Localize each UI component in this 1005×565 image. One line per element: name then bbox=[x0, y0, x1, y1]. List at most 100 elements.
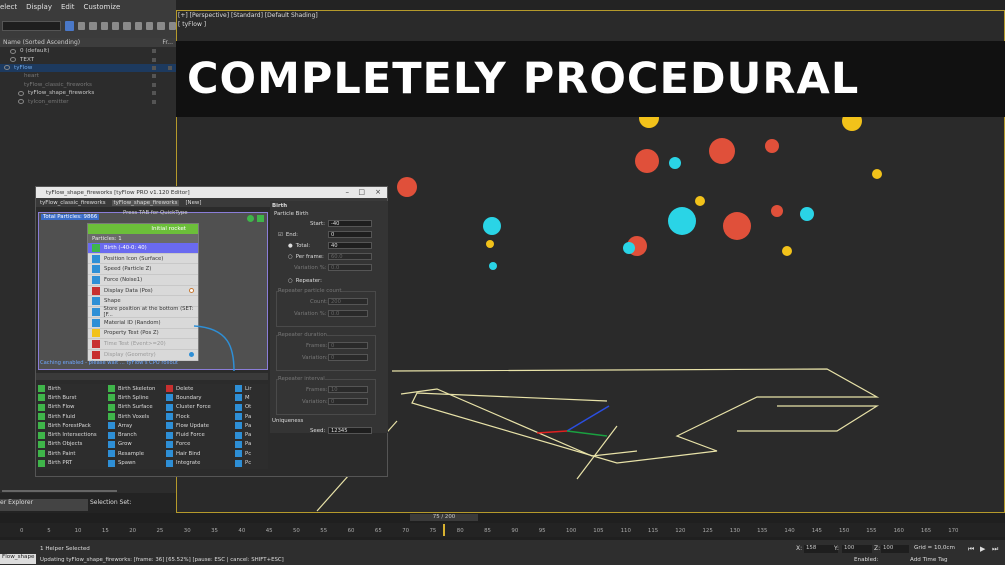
freeze-icon[interactable] bbox=[152, 91, 156, 96]
depot-op[interactable]: Force bbox=[166, 440, 235, 449]
display-icon[interactable] bbox=[89, 22, 97, 30]
explorer-row-tyflow[interactable]: tyFlow bbox=[0, 63, 176, 73]
lock-icon[interactable] bbox=[78, 22, 86, 30]
tab-classic-fireworks[interactable]: tyFlow_classic_fireworks bbox=[40, 200, 106, 206]
depot-op[interactable]: Flock bbox=[166, 412, 235, 421]
play-icon[interactable]: ▶ bbox=[980, 545, 985, 553]
frames2-field[interactable]: 10 bbox=[328, 386, 368, 393]
depot-op[interactable]: Cluster Force bbox=[166, 403, 235, 412]
depot-op[interactable]: Pc bbox=[235, 449, 265, 458]
time-slider[interactable]: 75 / 200 bbox=[410, 514, 478, 521]
operator-display-data[interactable]: Display Data (Pos) bbox=[88, 286, 198, 297]
maximize-icon[interactable]: □ bbox=[358, 188, 365, 196]
depot-op[interactable]: Fluid Force bbox=[166, 430, 235, 439]
operator-store-position[interactable]: Store position at the bottom (SET: [F... bbox=[88, 306, 198, 318]
editor-titlebar[interactable]: tyFlow_shape_fireworks [tyFlow PRO v1.12… bbox=[36, 187, 387, 198]
toggle-icon[interactable] bbox=[257, 215, 264, 222]
menu-display[interactable]: Display bbox=[26, 3, 52, 11]
event-title[interactable]: Initial rocket bbox=[88, 224, 198, 234]
viewport-label[interactable]: [+] [Perspective] [Standard] [Default Sh… bbox=[178, 12, 318, 19]
prev-frame-icon[interactable]: ⏮ bbox=[968, 545, 974, 554]
z-coord-field[interactable]: 100 bbox=[881, 545, 909, 553]
depot-op[interactable]: Array bbox=[108, 421, 166, 430]
count-field[interactable]: 200 bbox=[328, 298, 368, 305]
freeze-icon[interactable] bbox=[152, 49, 156, 54]
render-icon[interactable] bbox=[168, 65, 172, 70]
operator-property-test[interactable]: Property Test (Pos Z) bbox=[88, 329, 198, 340]
depot-op[interactable]: Branch bbox=[108, 430, 166, 439]
depot-op[interactable]: Lir bbox=[235, 384, 265, 393]
freeze-icon[interactable] bbox=[152, 74, 156, 79]
eye-icon[interactable] bbox=[4, 65, 10, 71]
menu-customize[interactable]: Customize bbox=[84, 3, 121, 11]
start-field[interactable]: -40 bbox=[328, 220, 372, 227]
radio-on-icon[interactable]: ● bbox=[288, 243, 293, 249]
y-coord-field[interactable]: 100 bbox=[842, 545, 872, 553]
hierarchy-icon[interactable] bbox=[100, 22, 108, 30]
end-field[interactable]: 0 bbox=[328, 231, 372, 238]
tab-new[interactable]: [New] bbox=[185, 200, 201, 206]
depot-op[interactable]: M bbox=[235, 393, 265, 402]
rollout-title[interactable]: Birth bbox=[272, 202, 287, 210]
depot-op[interactable]: Pa bbox=[235, 430, 265, 439]
explorer-row-text[interactable]: TEXT bbox=[0, 55, 176, 63]
time-marker[interactable] bbox=[443, 524, 445, 536]
variation3-field[interactable]: 0 bbox=[328, 354, 368, 361]
freeze-icon[interactable] bbox=[152, 99, 156, 104]
explorer-row-emitter[interactable]: tyIcon_emitter bbox=[0, 97, 176, 105]
depot-op[interactable]: Hair Bind bbox=[166, 449, 235, 458]
timeline-ruler[interactable] bbox=[0, 523, 1005, 537]
depot-op[interactable]: Birth Fluid bbox=[38, 412, 108, 421]
depot-op[interactable]: Boundary bbox=[166, 393, 235, 402]
radio-off-icon[interactable]: ○ bbox=[288, 254, 293, 260]
explorer-row-default[interactable]: 0 (default) bbox=[0, 47, 176, 55]
operator-force[interactable]: Force (Noise1) bbox=[88, 275, 198, 286]
end-checkbox[interactable]: ☑ End: bbox=[278, 231, 298, 239]
explorer-scrollbar[interactable] bbox=[2, 490, 117, 492]
filter-icon[interactable] bbox=[64, 21, 74, 31]
depot-op[interactable]: Birth Surface bbox=[108, 403, 166, 412]
variation4-field[interactable]: 0 bbox=[328, 398, 368, 405]
depot-op[interactable]: Flow Update bbox=[166, 421, 235, 430]
column-frozen-header[interactable]: Fr... bbox=[162, 39, 173, 46]
next-frame-icon[interactable]: ⏭ bbox=[992, 545, 998, 554]
seed-field[interactable]: 12345 bbox=[328, 427, 372, 434]
depot-op[interactable]: Birth Paint bbox=[38, 449, 108, 458]
depot-op[interactable]: Birth Objects bbox=[38, 440, 108, 449]
var2-field[interactable]: 0.0 bbox=[328, 310, 368, 317]
depot-op[interactable]: Pa bbox=[235, 440, 265, 449]
depot-op[interactable]: Delete bbox=[166, 384, 235, 393]
flow-graph-canvas[interactable]: Total Particles: 9866 Press TAB for Quic… bbox=[38, 210, 268, 372]
freeze-icon[interactable] bbox=[152, 57, 156, 62]
explorer-row-classic-fireworks[interactable]: tyFlow_classic_fireworks bbox=[0, 81, 176, 89]
depot-op[interactable]: Birth bbox=[38, 384, 108, 393]
object-icon[interactable] bbox=[123, 22, 131, 30]
eye-icon[interactable] bbox=[10, 57, 16, 63]
operator-position-icon[interactable]: Position Icon (Surface) bbox=[88, 254, 198, 265]
total-radio[interactable]: ● Total: bbox=[288, 242, 310, 250]
depot-op[interactable]: Pa bbox=[235, 412, 265, 421]
explorer-row-shape-fireworks[interactable]: tyFlow_shape_fireworks bbox=[0, 89, 176, 97]
freeze-icon[interactable] bbox=[152, 82, 156, 87]
column-name-header[interactable]: Name (Sorted Ascending) bbox=[3, 39, 80, 46]
depot-op[interactable]: Birth Spline bbox=[108, 393, 166, 402]
frames-field[interactable]: 0 bbox=[328, 342, 368, 349]
depot-op[interactable]: Birth Skeleton bbox=[108, 384, 166, 393]
depot-op[interactable]: Spawn bbox=[108, 458, 166, 467]
light-icon[interactable] bbox=[134, 22, 142, 30]
x-coord-field[interactable]: 158 bbox=[804, 545, 838, 553]
depot-op[interactable]: Integrate bbox=[166, 458, 235, 467]
operator-birth[interactable]: Birth (-40-0: 40) bbox=[88, 243, 198, 254]
operator-speed[interactable]: Speed (Particle Z) bbox=[88, 264, 198, 276]
settings-icon[interactable] bbox=[168, 22, 176, 30]
output-socket[interactable] bbox=[189, 288, 194, 294]
perframe-field[interactable]: 60.0 bbox=[328, 253, 372, 260]
eye-icon[interactable] bbox=[18, 99, 24, 105]
depot-op[interactable]: Birth ForestPack bbox=[38, 421, 108, 430]
repeater-radio[interactable]: ○ Repeater: bbox=[288, 277, 322, 285]
depot-op[interactable]: Birth Voxels bbox=[108, 412, 166, 421]
depot-op[interactable]: Birth Flow bbox=[38, 403, 108, 412]
depot-op[interactable]: Birth PRT bbox=[38, 458, 108, 467]
explorer-footer[interactable]: er Explorer bbox=[0, 499, 88, 511]
depot-op[interactable]: Ot bbox=[235, 403, 265, 412]
